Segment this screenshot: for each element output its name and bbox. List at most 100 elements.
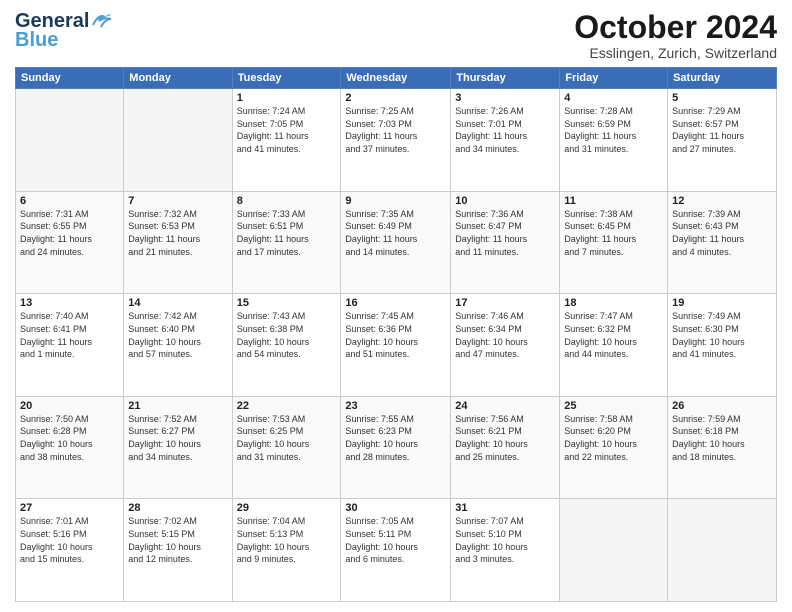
cell-1-1: 7Sunrise: 7:32 AM Sunset: 6:53 PM Daylig… <box>124 191 232 294</box>
page: General Blue October 2024 Esslingen, Zur… <box>0 0 792 612</box>
cell-1-6: 12Sunrise: 7:39 AM Sunset: 6:43 PM Dayli… <box>668 191 777 294</box>
day-info-1-4: Sunrise: 7:36 AM Sunset: 6:47 PM Dayligh… <box>455 208 555 258</box>
day-num-2-6: 19 <box>672 297 772 309</box>
cell-2-4: 17Sunrise: 7:46 AM Sunset: 6:34 PM Dayli… <box>451 294 560 397</box>
cell-4-4: 31Sunrise: 7:07 AM Sunset: 5:10 PM Dayli… <box>451 499 560 602</box>
cell-4-0: 27Sunrise: 7:01 AM Sunset: 5:16 PM Dayli… <box>16 499 124 602</box>
day-num-2-5: 18 <box>564 297 663 309</box>
month-title: October 2024 <box>574 10 777 45</box>
cell-4-2: 29Sunrise: 7:04 AM Sunset: 5:13 PM Dayli… <box>232 499 341 602</box>
day-num-3-6: 26 <box>672 400 772 412</box>
day-num-0-3: 2 <box>345 92 446 104</box>
cell-0-0 <box>16 89 124 192</box>
day-info-2-0: Sunrise: 7:40 AM Sunset: 6:41 PM Dayligh… <box>20 310 119 360</box>
day-info-4-1: Sunrise: 7:02 AM Sunset: 5:15 PM Dayligh… <box>128 515 227 565</box>
cell-1-3: 9Sunrise: 7:35 AM Sunset: 6:49 PM Daylig… <box>341 191 451 294</box>
location: Esslingen, Zurich, Switzerland <box>574 45 777 61</box>
week-row-0: 1Sunrise: 7:24 AM Sunset: 7:05 PM Daylig… <box>16 89 777 192</box>
day-num-3-3: 23 <box>345 400 446 412</box>
cell-0-4: 3Sunrise: 7:26 AM Sunset: 7:01 PM Daylig… <box>451 89 560 192</box>
day-num-1-5: 11 <box>564 195 663 207</box>
cell-3-2: 22Sunrise: 7:53 AM Sunset: 6:25 PM Dayli… <box>232 396 341 499</box>
cell-4-1: 28Sunrise: 7:02 AM Sunset: 5:15 PM Dayli… <box>124 499 232 602</box>
cell-3-1: 21Sunrise: 7:52 AM Sunset: 6:27 PM Dayli… <box>124 396 232 499</box>
th-friday: Friday <box>560 68 668 89</box>
day-info-4-0: Sunrise: 7:01 AM Sunset: 5:16 PM Dayligh… <box>20 515 119 565</box>
day-info-2-5: Sunrise: 7:47 AM Sunset: 6:32 PM Dayligh… <box>564 310 663 360</box>
day-info-1-5: Sunrise: 7:38 AM Sunset: 6:45 PM Dayligh… <box>564 208 663 258</box>
day-num-3-0: 20 <box>20 400 119 412</box>
cell-4-5 <box>560 499 668 602</box>
header: General Blue October 2024 Esslingen, Zur… <box>15 10 777 61</box>
th-sunday: Sunday <box>16 68 124 89</box>
day-num-4-4: 31 <box>455 502 555 514</box>
cell-2-3: 16Sunrise: 7:45 AM Sunset: 6:36 PM Dayli… <box>341 294 451 397</box>
day-num-2-2: 15 <box>237 297 337 309</box>
day-num-3-2: 22 <box>237 400 337 412</box>
day-num-1-6: 12 <box>672 195 772 207</box>
cell-3-0: 20Sunrise: 7:50 AM Sunset: 6:28 PM Dayli… <box>16 396 124 499</box>
cell-3-6: 26Sunrise: 7:59 AM Sunset: 6:18 PM Dayli… <box>668 396 777 499</box>
day-info-2-1: Sunrise: 7:42 AM Sunset: 6:40 PM Dayligh… <box>128 310 227 360</box>
day-info-1-2: Sunrise: 7:33 AM Sunset: 6:51 PM Dayligh… <box>237 208 337 258</box>
cell-3-5: 25Sunrise: 7:58 AM Sunset: 6:20 PM Dayli… <box>560 396 668 499</box>
title-block: October 2024 Esslingen, Zurich, Switzerl… <box>574 10 777 61</box>
day-info-4-2: Sunrise: 7:04 AM Sunset: 5:13 PM Dayligh… <box>237 515 337 565</box>
day-info-3-5: Sunrise: 7:58 AM Sunset: 6:20 PM Dayligh… <box>564 413 663 463</box>
day-info-4-3: Sunrise: 7:05 AM Sunset: 5:11 PM Dayligh… <box>345 515 446 565</box>
cell-4-6 <box>668 499 777 602</box>
day-num-2-4: 17 <box>455 297 555 309</box>
day-info-0-6: Sunrise: 7:29 AM Sunset: 6:57 PM Dayligh… <box>672 105 772 155</box>
cell-0-2: 1Sunrise: 7:24 AM Sunset: 7:05 PM Daylig… <box>232 89 341 192</box>
day-num-2-1: 14 <box>128 297 227 309</box>
th-tuesday: Tuesday <box>232 68 341 89</box>
day-info-1-0: Sunrise: 7:31 AM Sunset: 6:55 PM Dayligh… <box>20 208 119 258</box>
day-num-1-1: 7 <box>128 195 227 207</box>
th-thursday: Thursday <box>451 68 560 89</box>
cell-4-3: 30Sunrise: 7:05 AM Sunset: 5:11 PM Dayli… <box>341 499 451 602</box>
day-info-3-4: Sunrise: 7:56 AM Sunset: 6:21 PM Dayligh… <box>455 413 555 463</box>
day-num-3-1: 21 <box>128 400 227 412</box>
cell-1-2: 8Sunrise: 7:33 AM Sunset: 6:51 PM Daylig… <box>232 191 341 294</box>
cell-3-3: 23Sunrise: 7:55 AM Sunset: 6:23 PM Dayli… <box>341 396 451 499</box>
logo-blue: Blue <box>15 29 58 52</box>
th-wednesday: Wednesday <box>341 68 451 89</box>
day-num-0-5: 4 <box>564 92 663 104</box>
day-info-2-3: Sunrise: 7:45 AM Sunset: 6:36 PM Dayligh… <box>345 310 446 360</box>
day-num-4-0: 27 <box>20 502 119 514</box>
day-num-0-2: 1 <box>237 92 337 104</box>
cell-2-0: 13Sunrise: 7:40 AM Sunset: 6:41 PM Dayli… <box>16 294 124 397</box>
day-info-3-3: Sunrise: 7:55 AM Sunset: 6:23 PM Dayligh… <box>345 413 446 463</box>
day-num-3-4: 24 <box>455 400 555 412</box>
cell-1-5: 11Sunrise: 7:38 AM Sunset: 6:45 PM Dayli… <box>560 191 668 294</box>
cell-0-6: 5Sunrise: 7:29 AM Sunset: 6:57 PM Daylig… <box>668 89 777 192</box>
day-num-1-0: 6 <box>20 195 119 207</box>
day-info-1-1: Sunrise: 7:32 AM Sunset: 6:53 PM Dayligh… <box>128 208 227 258</box>
day-num-4-3: 30 <box>345 502 446 514</box>
day-info-3-6: Sunrise: 7:59 AM Sunset: 6:18 PM Dayligh… <box>672 413 772 463</box>
cell-1-0: 6Sunrise: 7:31 AM Sunset: 6:55 PM Daylig… <box>16 191 124 294</box>
cell-2-6: 19Sunrise: 7:49 AM Sunset: 6:30 PM Dayli… <box>668 294 777 397</box>
day-info-3-2: Sunrise: 7:53 AM Sunset: 6:25 PM Dayligh… <box>237 413 337 463</box>
cell-2-2: 15Sunrise: 7:43 AM Sunset: 6:38 PM Dayli… <box>232 294 341 397</box>
logo-bird-icon <box>91 11 113 29</box>
day-info-1-3: Sunrise: 7:35 AM Sunset: 6:49 PM Dayligh… <box>345 208 446 258</box>
day-num-1-2: 8 <box>237 195 337 207</box>
day-info-2-6: Sunrise: 7:49 AM Sunset: 6:30 PM Dayligh… <box>672 310 772 360</box>
cell-2-5: 18Sunrise: 7:47 AM Sunset: 6:32 PM Dayli… <box>560 294 668 397</box>
day-info-3-0: Sunrise: 7:50 AM Sunset: 6:28 PM Dayligh… <box>20 413 119 463</box>
header-row: Sunday Monday Tuesday Wednesday Thursday… <box>16 68 777 89</box>
cell-0-3: 2Sunrise: 7:25 AM Sunset: 7:03 PM Daylig… <box>341 89 451 192</box>
cell-1-4: 10Sunrise: 7:36 AM Sunset: 6:47 PM Dayli… <box>451 191 560 294</box>
cell-0-5: 4Sunrise: 7:28 AM Sunset: 6:59 PM Daylig… <box>560 89 668 192</box>
day-num-2-0: 13 <box>20 297 119 309</box>
calendar-table: Sunday Monday Tuesday Wednesday Thursday… <box>15 67 777 602</box>
week-row-1: 6Sunrise: 7:31 AM Sunset: 6:55 PM Daylig… <box>16 191 777 294</box>
day-num-0-4: 3 <box>455 92 555 104</box>
day-num-4-2: 29 <box>237 502 337 514</box>
day-num-3-5: 25 <box>564 400 663 412</box>
day-info-2-4: Sunrise: 7:46 AM Sunset: 6:34 PM Dayligh… <box>455 310 555 360</box>
day-info-0-2: Sunrise: 7:24 AM Sunset: 7:05 PM Dayligh… <box>237 105 337 155</box>
th-monday: Monday <box>124 68 232 89</box>
day-num-1-3: 9 <box>345 195 446 207</box>
